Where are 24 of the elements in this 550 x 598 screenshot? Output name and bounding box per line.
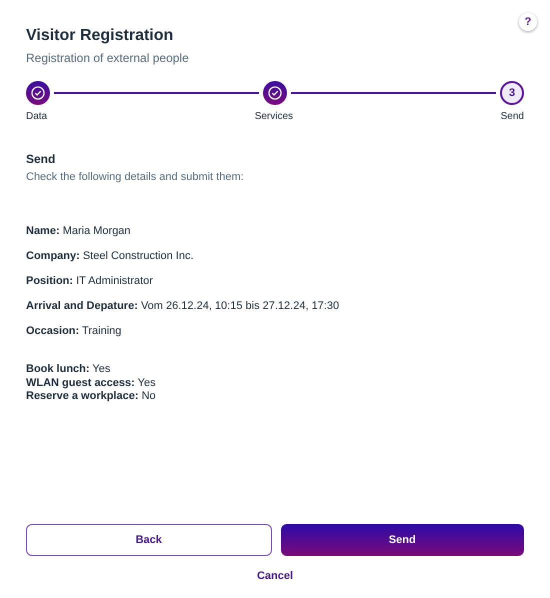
step-label: Services — [254, 111, 294, 122]
detail-text: WLAN guest access: Yes — [26, 376, 157, 390]
detail-text: Arrival and Depature: Vom 26.12.24, 10:15 bis 27.12.24, 17:30 — [26, 300, 340, 312]
check-icon — [31, 86, 45, 100]
detail-text: Name: Maria Morgan — [26, 225, 132, 237]
completed-step[interactable] — [263, 81, 287, 105]
detail-text: Book lunch: Yes — [26, 363, 112, 376]
detail-text: Position: IT Administrator — [26, 275, 154, 287]
step-label: Data — [26, 111, 48, 122]
step-label: Send — [500, 111, 524, 122]
section-title: Send — [26, 152, 56, 166]
help-button[interactable]: ? — [519, 13, 537, 31]
detail-text: Occasion: Training — [26, 325, 122, 337]
back-button[interactable]: Back — [26, 524, 272, 556]
page-title: Visitor Registration — [26, 27, 174, 45]
check-icon — [268, 86, 282, 100]
completed-step[interactable] — [26, 81, 50, 105]
cancel-link[interactable]: Cancel — [254, 568, 296, 584]
detail-text: Company: Steel Construction Inc. — [26, 250, 195, 262]
page-subtitle: Registration of external people — [26, 51, 190, 65]
send-button[interactable]: Send — [280, 524, 524, 556]
detail-text: Reserve a workplace: No — [26, 390, 157, 404]
section-description: Check the following details and submit them: — [26, 171, 245, 183]
step-number[interactable]: 3 — [500, 81, 524, 105]
